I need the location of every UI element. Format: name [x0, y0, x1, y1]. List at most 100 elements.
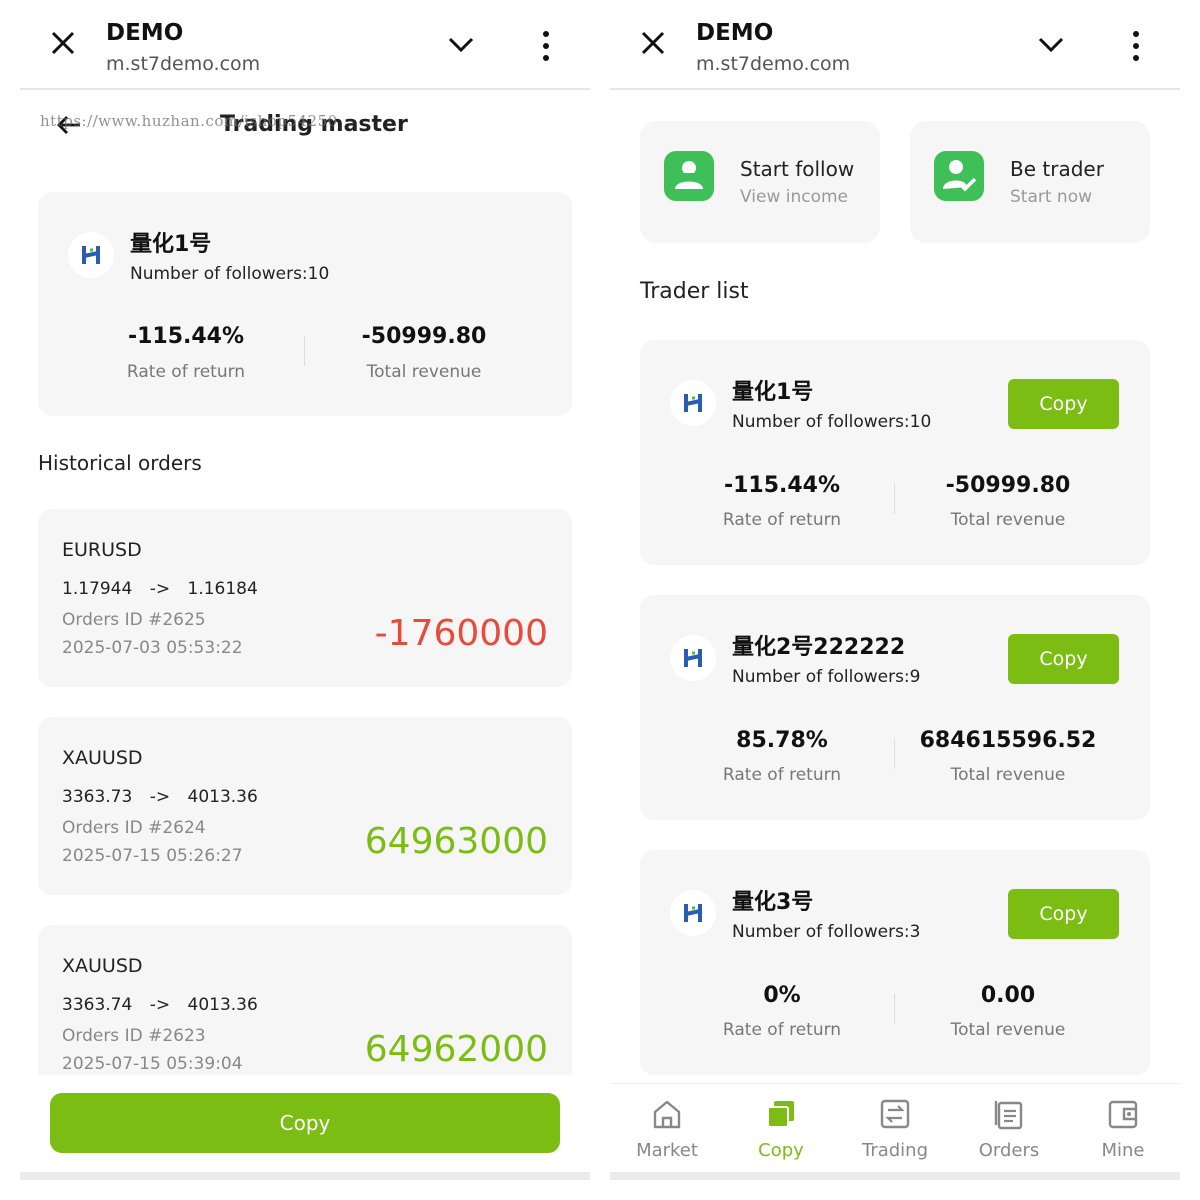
- total-revenue-value: -50999.80: [945, 473, 1071, 498]
- be-trader-card[interactable]: Be trader Start now: [910, 121, 1150, 243]
- chevron-down-icon[interactable]: [1038, 36, 1064, 54]
- copy-icon: [767, 1101, 794, 1128]
- total-revenue-label: Total revenue: [950, 1020, 1066, 1040]
- copy-button[interactable]: Copy: [1008, 634, 1119, 684]
- exchange-icon: [880, 1099, 910, 1129]
- close-price: 1.16184: [187, 579, 258, 599]
- home-icon: [653, 1100, 681, 1129]
- browser-header: DEMO m.st7demo.com: [20, 0, 590, 90]
- total-revenue-value: 0.00: [980, 983, 1036, 1008]
- orders-icon: [994, 1101, 1023, 1130]
- left-screen: DEMO m.st7demo.com Trading master https:…: [20, 0, 590, 1180]
- rate-of-return-label: Rate of return: [722, 1020, 842, 1040]
- users-icon: [664, 151, 714, 201]
- more-menu-icon[interactable]: [1128, 30, 1144, 62]
- trader-followers: Number of followers:9: [732, 667, 921, 687]
- browser-url: m.st7demo.com: [106, 53, 261, 75]
- chevron-down-icon[interactable]: [448, 36, 474, 54]
- right-screen: DEMO m.st7demo.com Start follow View inc…: [610, 0, 1180, 1180]
- metric-divider: [304, 336, 305, 366]
- rate-of-return-value: 85.78%: [736, 728, 828, 753]
- order-time: 2025-07-15 05:39:04: [62, 1054, 243, 1074]
- be-trader-subtitle: Start now: [1010, 187, 1093, 207]
- historical-orders-title: Historical orders: [38, 451, 202, 475]
- bottom-tab-bar: Market Copy Trading Orders Mine: [610, 1083, 1180, 1180]
- trader-card[interactable]: 量化2号222222 Number of followers:9 Copy 85…: [640, 595, 1150, 820]
- order-profit: 64963000: [364, 821, 548, 862]
- open-price: 3363.74: [62, 995, 133, 1015]
- start-follow-subtitle: View income: [740, 187, 849, 207]
- order-profit: -1760000: [374, 613, 548, 654]
- rate-of-return-value: -115.44%: [723, 473, 841, 498]
- wallet-icon: [1108, 1100, 1138, 1129]
- brand-logo-icon: [684, 904, 702, 922]
- copy-button[interactable]: Copy: [1008, 889, 1119, 939]
- trader-avatar: [670, 380, 716, 426]
- brand-logo-icon: [82, 246, 100, 264]
- tab-mine[interactable]: Mine: [1073, 1098, 1173, 1168]
- start-follow-card[interactable]: Start follow View income: [640, 121, 880, 243]
- order-prices: 3363.73 -> 4013.36: [62, 787, 258, 807]
- order-id: Orders ID #2623: [62, 1026, 206, 1046]
- trader-avatar: [68, 232, 114, 278]
- trader-avatar: [670, 635, 716, 681]
- order-symbol: EURUSD: [62, 539, 142, 561]
- tab-market[interactable]: Market: [617, 1098, 717, 1168]
- trader-name: 量化1号: [732, 380, 814, 405]
- tab-orders-label: Orders: [978, 1140, 1040, 1161]
- trader-card[interactable]: 量化1号 Number of followers:10 Copy -115.44…: [640, 340, 1150, 565]
- bottom-edge: [20, 1172, 590, 1180]
- order-id: Orders ID #2624: [62, 818, 206, 838]
- rate-of-return-value: 0%: [763, 983, 801, 1008]
- close-icon[interactable]: [640, 30, 666, 56]
- order-profit: 64962000: [364, 1029, 548, 1070]
- trader-card[interactable]: 量化3号 Number of followers:3 Copy 0% Rate …: [640, 850, 1150, 1075]
- close-icon[interactable]: [50, 30, 76, 56]
- order-prices: 1.17944 -> 1.16184: [62, 579, 258, 599]
- metric-divider: [894, 739, 895, 769]
- close-price: 4013.36: [187, 995, 258, 1015]
- watermark-text: https://www.huzhan.com/ishop54250: [40, 112, 338, 130]
- order-time: 2025-07-15 05:26:27: [62, 846, 243, 866]
- rate-of-return-label: Rate of return: [126, 362, 246, 382]
- tab-trading[interactable]: Trading: [845, 1098, 945, 1168]
- order-card[interactable]: EURUSD 1.17944 -> 1.16184 Orders ID #262…: [38, 509, 572, 687]
- rate-of-return-value: -115.44%: [127, 324, 245, 349]
- order-symbol: XAUUSD: [62, 955, 143, 977]
- tab-trading-label: Trading: [861, 1140, 929, 1161]
- page-title-bar: Trading master https://www.huzhan.com/is…: [20, 100, 590, 156]
- be-trader-title: Be trader: [1010, 157, 1104, 181]
- browser-title: DEMO: [696, 20, 774, 46]
- user-check-icon: [934, 151, 984, 201]
- total-revenue-label: Total revenue: [950, 510, 1066, 530]
- browser-header: DEMO m.st7demo.com: [610, 0, 1180, 90]
- tab-copy[interactable]: Copy: [731, 1098, 831, 1168]
- start-follow-title: Start follow: [740, 157, 855, 181]
- trader-followers: Number of followers:3: [732, 922, 921, 942]
- tab-mine-label: Mine: [1101, 1140, 1145, 1161]
- trader-followers: Number of followers:10: [130, 264, 330, 284]
- brand-logo-icon: [684, 394, 702, 412]
- brand-logo-icon: [684, 649, 702, 667]
- metric-divider: [894, 994, 895, 1024]
- copy-button[interactable]: Copy: [1008, 379, 1119, 429]
- total-revenue-label: Total revenue: [950, 765, 1066, 785]
- tab-copy-label: Copy: [758, 1140, 804, 1161]
- order-card[interactable]: XAUUSD 3363.73 -> 4013.36 Orders ID #262…: [38, 717, 572, 895]
- tab-orders[interactable]: Orders: [959, 1098, 1059, 1168]
- copy-trader-button[interactable]: Copy: [50, 1093, 560, 1153]
- total-revenue-value: 684615596.52: [919, 728, 1097, 753]
- metric-divider: [894, 484, 895, 514]
- more-menu-icon[interactable]: [538, 30, 554, 62]
- order-prices: 3363.74 -> 4013.36: [62, 995, 258, 1015]
- browser-url: m.st7demo.com: [696, 53, 851, 75]
- trader-name: 量化1号: [130, 232, 212, 257]
- rate-of-return-label: Rate of return: [722, 765, 842, 785]
- trader-list-title: Trader list: [640, 279, 749, 304]
- total-revenue-value: -50999.80: [361, 324, 487, 349]
- order-symbol: XAUUSD: [62, 747, 143, 769]
- open-price: 1.17944: [62, 579, 133, 599]
- trader-avatar: [670, 890, 716, 936]
- trader-name: 量化3号: [732, 890, 814, 915]
- trader-name: 量化2号222222: [732, 635, 906, 660]
